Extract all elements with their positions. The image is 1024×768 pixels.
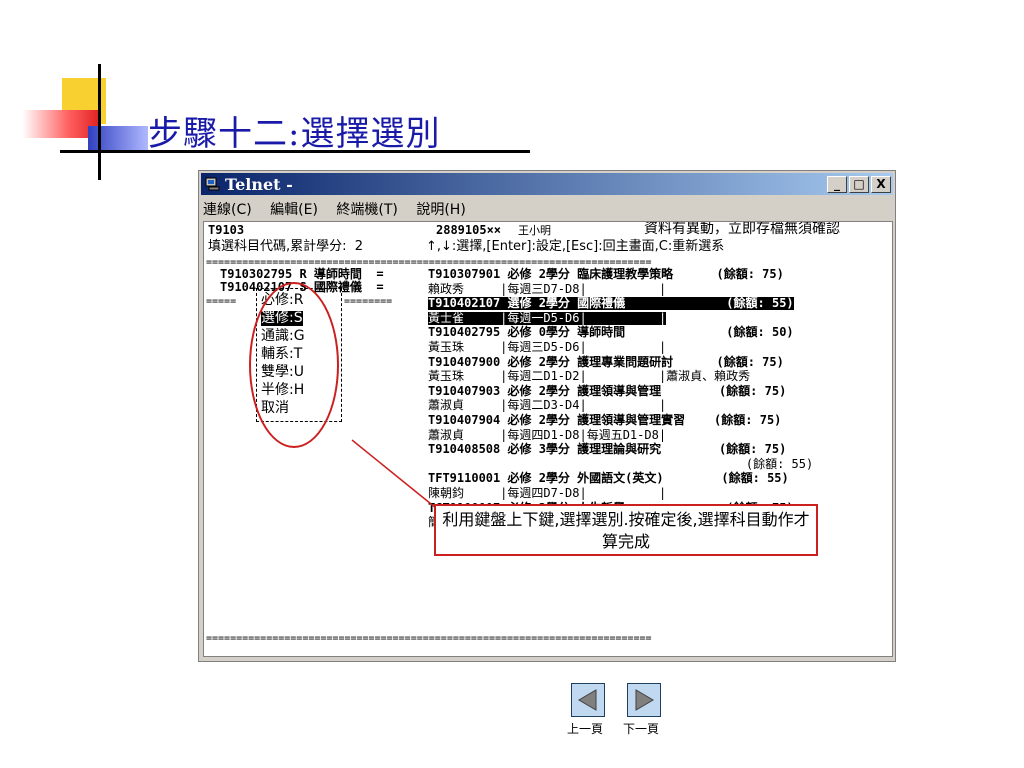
telnet-icon — [205, 177, 220, 191]
title-underline — [60, 150, 530, 153]
triangle-left-icon — [578, 689, 597, 711]
terminal-code: T9103 — [208, 223, 245, 237]
course-teacher-line[interactable]: 黃玉珠 |每週三D5-D6| | — [428, 341, 666, 354]
instruction-callout: 利用鍵盤上下鍵,選擇選別.按確定後,選擇科目動作才算完成 — [434, 504, 818, 556]
course-line[interactable]: T910407903 必修 2學分 護理領導與管理 (餘額: 75) — [428, 384, 786, 398]
save-notice: 資料有異動，立即存檔無須確認 — [644, 221, 840, 237]
minimize-button[interactable]: _ — [827, 176, 847, 193]
terminal-screen[interactable]: T9103 2889105×× 王小明 資料有異動，立即存檔無須確認 填選科目代… — [203, 221, 893, 657]
course-teacher-line[interactable]: 蕭淑貞 |每週二D3-D4| | — [428, 399, 666, 412]
prev-page-label[interactable]: 上一頁 — [567, 720, 603, 737]
course-teacher-line[interactable]: 黃玉珠 |每週二D1-D2| |蕭淑貞、賴政秀 — [428, 370, 750, 383]
student-id: 2889105×× — [436, 223, 502, 237]
menu-edit[interactable]: 編輯(E) — [270, 202, 318, 218]
course-line[interactable]: T910407900 必修 2學分 護理專業問題研討 (餘額: 75) — [428, 355, 784, 369]
triangle-right-icon — [635, 689, 654, 711]
course-line[interactable]: TFT9110001 必修 2學分 外國語文(英文) (餘額: 55) — [428, 472, 789, 485]
close-button[interactable]: X — [871, 176, 891, 193]
course-teacher-line[interactable]: (餘額: 55) — [428, 457, 813, 471]
next-page-button[interactable] — [627, 683, 661, 717]
course-teacher-line[interactable]: 黃士雀 |每週一D5-D6| | — [428, 311, 667, 325]
credit-prompt: 填選科目代碼,累計學分: 2 — [208, 239, 364, 254]
course-line[interactable]: T910307901 必修 2學分 臨床護理教學策略 (餘額: 75) — [428, 268, 784, 281]
course-line[interactable]: T910408508 必修 3學分 護理理論與研究 (餘額: 75) — [428, 443, 786, 456]
window-title: Telnet - — [225, 175, 293, 194]
key-help: ↑,↓:選擇,[Enter]:設定,[Esc]:回主畫面,C:重新選系 — [426, 239, 725, 254]
course-teacher-line[interactable]: 蕭淑貞 |每週四D1-D8|每週五D1-D8| — [428, 428, 666, 442]
course-teacher-line[interactable]: 陳朝鈞 |每週四D7-D8| | — [428, 487, 666, 500]
separator-bottom: ========================================… — [206, 633, 652, 644]
menu-connection[interactable]: 連線(C) — [203, 202, 252, 218]
course-line[interactable]: T910407904 必修 2學分 護理領導與管理實習 (餘額: 75) — [428, 414, 781, 427]
student-name: 王小明 — [518, 224, 551, 237]
left-rule-right: ======== — [338, 296, 393, 307]
menu-help[interactable]: 說明(H) — [416, 202, 465, 218]
next-page-label[interactable]: 下一頁 — [623, 720, 659, 737]
deco-vertical-line — [98, 64, 101, 180]
course-teacher-line[interactable]: 賴政秀 |每週三D7-D8| | — [428, 282, 666, 296]
course-line[interactable]: T910402107 選修 2學分 國際禮儀 (餘額: 55) — [428, 297, 794, 311]
menubar: 連線(C) 編輯(E) 終端機(T) 說明(H) — [203, 199, 480, 219]
slide-title: 步驟十二:選擇選別 — [148, 114, 441, 154]
highlight-ellipse — [249, 282, 339, 448]
maximize-button[interactable]: □ — [849, 176, 869, 193]
telnet-window: Telnet - _ □ X 連線(C) 編輯(E) 終端機(T) 說明(H) … — [198, 170, 896, 662]
window-titlebar[interactable]: Telnet - _ □ X — [201, 173, 893, 195]
deco-blue-bar — [88, 126, 148, 152]
left-rule: ===== — [206, 296, 243, 307]
course-line[interactable]: T910402795 必修 0學分 導師時間 (餘額: 50) — [428, 326, 794, 339]
prev-page-button[interactable] — [571, 683, 605, 717]
menu-terminal[interactable]: 終端機(T) — [336, 202, 397, 218]
